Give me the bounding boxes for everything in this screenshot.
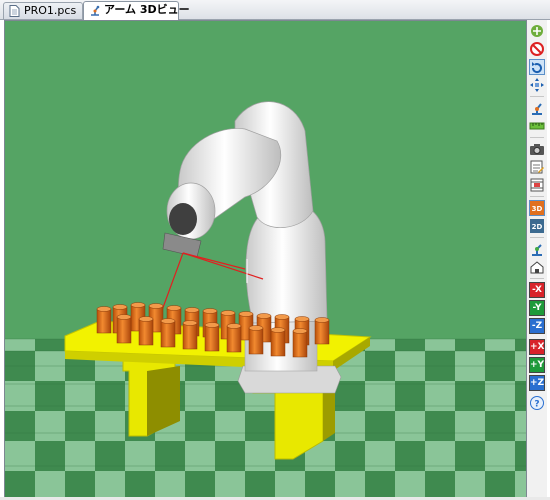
plus-z-button[interactable]: +Z xyxy=(529,375,545,391)
pan-icon[interactable] xyxy=(529,23,545,39)
view-2d-label: 2D xyxy=(532,223,543,231)
edit-frame-icon[interactable] xyxy=(529,159,545,175)
tab-arm-3d-view-label: アーム 3Dビュー xyxy=(104,3,190,16)
minus-x-button[interactable]: -X xyxy=(529,282,545,298)
robot-view-icon xyxy=(89,4,100,16)
view-2d-icon[interactable]: 2D xyxy=(529,218,545,234)
help-icon[interactable]: ? xyxy=(529,395,545,411)
home-icon[interactable] xyxy=(529,259,545,275)
plus-y-label: +Y xyxy=(530,360,545,370)
help-label: ? xyxy=(534,400,539,410)
minus-x-label: -X xyxy=(532,285,542,295)
view-3d-icon[interactable]: 3D xyxy=(529,200,545,216)
camera-icon[interactable] xyxy=(529,141,545,157)
minus-y-label: -Y xyxy=(532,303,542,313)
plus-x-label: +X xyxy=(530,342,545,352)
minus-y-button[interactable]: -Y xyxy=(529,300,545,316)
rotate-view-icon[interactable] xyxy=(529,59,545,75)
robot-3d-viewport[interactable] xyxy=(4,20,527,499)
minus-z-button[interactable]: -Z xyxy=(529,318,545,334)
scene-canvas xyxy=(5,21,526,498)
tab-pro1[interactable]: PRO1.pcs xyxy=(3,2,83,19)
view-toolbar: 3D 2D -X -Y -Z +X +Y +Z ? xyxy=(527,20,547,497)
plus-y-button[interactable]: +Y xyxy=(529,357,545,373)
document-icon xyxy=(9,5,20,17)
move-view-icon[interactable] xyxy=(529,77,545,93)
plus-x-button[interactable]: +X xyxy=(529,339,545,355)
minus-z-label: -Z xyxy=(531,321,543,331)
tab-bar: PRO1.pcs アーム 3Dビュー xyxy=(0,0,550,20)
film-frame-icon[interactable] xyxy=(529,177,545,193)
tab-arm-3d-view[interactable]: アーム 3Dビュー xyxy=(83,1,190,20)
ruler-icon[interactable] xyxy=(529,118,545,134)
plus-z-label: +Z xyxy=(530,378,545,388)
tab-pro1-label: PRO1.pcs xyxy=(24,4,77,17)
view-3d-label: 3D xyxy=(532,205,543,213)
robot-arm-icon[interactable] xyxy=(529,100,545,116)
no-entry-icon[interactable] xyxy=(529,41,545,57)
robot-home-icon[interactable] xyxy=(529,241,545,257)
